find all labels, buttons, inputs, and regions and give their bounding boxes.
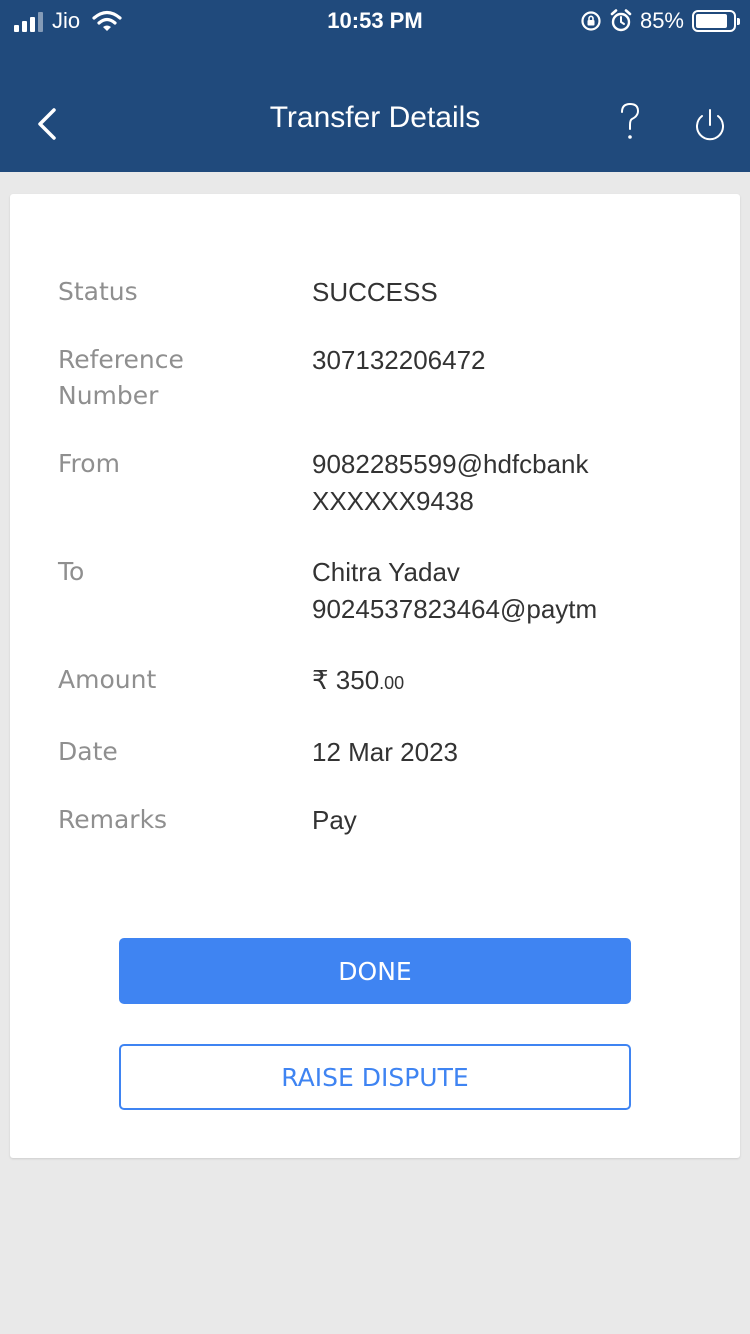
transfer-details-card: Status SUCCESS Reference Number 30713220… bbox=[10, 194, 740, 1158]
from-value: 9082285599@hdfcbank XXXXXX9438 bbox=[312, 446, 722, 520]
raise-dispute-button[interactable]: RAISE DISPUTE bbox=[119, 1044, 631, 1110]
to-name: Chitra Yadav bbox=[312, 557, 460, 587]
detail-label: From bbox=[58, 449, 120, 478]
status-value: SUCCESS bbox=[312, 277, 438, 307]
amount-cents: .00 bbox=[379, 673, 405, 693]
battery-percentage: 85% bbox=[639, 8, 684, 33]
amount-main: 350 bbox=[335, 665, 380, 695]
orientation-lock-icon bbox=[581, 11, 601, 31]
detail-label: Reference Number bbox=[58, 345, 184, 410]
status-bar: Jio 10:53 PM 85% bbox=[0, 0, 750, 42]
done-button[interactable]: DONE bbox=[119, 938, 631, 1004]
battery-icon bbox=[692, 10, 740, 32]
app-header: Jio 10:53 PM 85% Transfer Details bbox=[0, 0, 750, 172]
remarks-value: Pay bbox=[312, 805, 357, 835]
from-vpa: 9082285599@hdfcbank bbox=[312, 449, 589, 479]
currency-symbol: ₹ bbox=[312, 665, 329, 695]
detail-label: To bbox=[58, 557, 85, 586]
alarm-icon bbox=[610, 9, 632, 32]
status-right: 85% bbox=[580, 6, 740, 36]
to-vpa: 9024537823464@paytm bbox=[312, 594, 598, 624]
date-value: 12 Mar 2023 bbox=[312, 737, 458, 767]
power-icon[interactable] bbox=[690, 106, 730, 146]
reference-number-value: 307132206472 bbox=[312, 345, 486, 375]
detail-label: Amount bbox=[58, 665, 157, 694]
to-value: Chitra Yadav 9024537823464@paytm bbox=[312, 554, 722, 628]
detail-label: Date bbox=[58, 737, 118, 766]
question-mark-icon[interactable] bbox=[612, 98, 648, 146]
from-account: XXXXXX9438 bbox=[312, 486, 474, 516]
amount-value: ₹ 350.00 bbox=[312, 662, 722, 702]
nav-bar: Transfer Details bbox=[0, 90, 750, 150]
detail-label: Remarks bbox=[58, 805, 168, 834]
detail-label: Status bbox=[58, 277, 138, 306]
